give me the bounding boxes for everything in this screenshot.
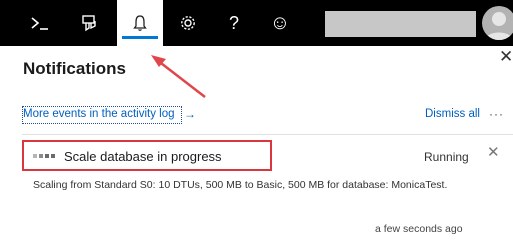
close-panel-icon[interactable]: ✕ [499, 47, 513, 67]
cloud-shell-button[interactable] [22, 0, 58, 46]
gear-icon [181, 16, 195, 30]
cloud-shell-icon [31, 17, 48, 30]
feedback-button[interactable]: ☺ [264, 0, 296, 46]
dismiss-notification-icon[interactable]: ✕ [487, 145, 500, 161]
more-options-icon[interactable]: ··· [489, 107, 504, 121]
progress-dots-icon [33, 154, 55, 158]
dismiss-all-link[interactable]: Dismiss all [425, 108, 480, 120]
help-icon: ? [228, 12, 239, 33]
activity-log-link[interactable]: More events in the activity log [23, 108, 175, 120]
settings-button[interactable] [170, 0, 206, 46]
notification-description: Scaling from Standard S0: 10 DTUs, 500 M… [33, 179, 448, 191]
user-avatar-icon [485, 12, 513, 40]
avatar[interactable] [482, 6, 513, 40]
smiley-icon: ☺ [269, 11, 291, 34]
directory-filter-button[interactable] [72, 0, 108, 46]
notification-timestamp: a few seconds ago [375, 223, 463, 235]
notification-status: Running [424, 150, 469, 164]
notification-title[interactable]: Scale database in progress [64, 149, 222, 164]
account-name-box[interactable] [325, 11, 476, 37]
arrow-right-icon[interactable]: → [184, 108, 196, 121]
help-button[interactable]: ? [218, 0, 250, 46]
directory-filter-icon [82, 15, 96, 32]
bell-icon [133, 15, 147, 31]
divider [22, 134, 513, 135]
notifications-button[interactable] [117, 0, 163, 46]
top-bar: ? ☺ [0, 0, 513, 46]
panel-title: Notifications [23, 59, 126, 78]
active-tab-indicator [122, 36, 158, 39]
